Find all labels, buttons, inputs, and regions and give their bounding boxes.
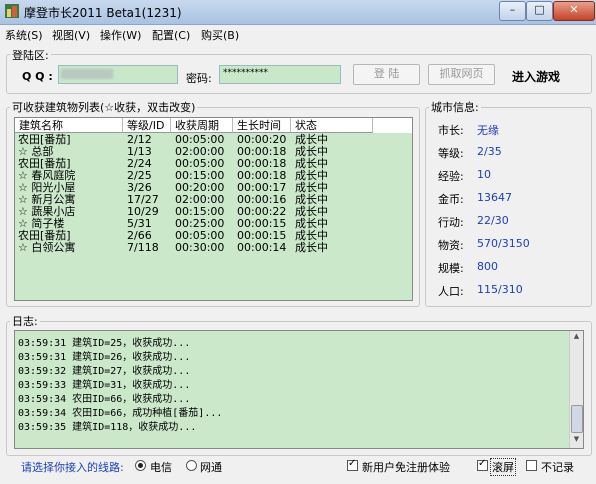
no-log-checkbox[interactable] (526, 460, 537, 471)
list-rows: 农田[番茄] 2/12 00:05:00 00:00:20 成长中 ☆ 总部 1/13 02:… (15, 134, 412, 274)
menu-operate[interactable]: 操作(W) (100, 27, 141, 43)
new-user-label[interactable]: 新用户免注册体验 (362, 459, 450, 475)
col-header-name[interactable]: 建筑名称 (15, 118, 123, 133)
qq-input[interactable] (58, 65, 178, 84)
maximize-button[interactable]: □ (526, 1, 553, 21)
close-button[interactable]: ✕ (553, 1, 595, 21)
password-input[interactable]: ********** (219, 65, 341, 84)
table-row[interactable]: ☆ 白领公寓 7/118 00:30:00 00:00:14 成长中 (15, 242, 412, 254)
table-cell: 7/118 (127, 241, 159, 254)
city-info-label: 金币: (438, 193, 464, 206)
city-info-label: 物资: (438, 239, 464, 252)
scroll-checkbox[interactable]: ✓ (477, 458, 488, 471)
check-mark-icon: ✓ (348, 458, 357, 469)
minimize-button[interactable]: – (499, 1, 526, 21)
log-line: 03:59:35 建筑ID=118，收获成功... (18, 422, 197, 433)
password-label: 密码: (186, 72, 212, 85)
fetch-page-button[interactable]: 抓取网页 (428, 64, 495, 85)
window-title: 摩登市长2011 Beta1(1231) (24, 6, 182, 20)
table-cell: 00:30:00 (175, 241, 225, 254)
city-info-value: 13647 (477, 191, 512, 204)
table-cell: ☆ 白领公寓 (18, 241, 76, 254)
city-info-value: 10 (477, 168, 491, 181)
city-info-value: 570/3150 (477, 237, 530, 250)
qq-label: Q Q : (22, 70, 53, 83)
radio-netcom[interactable] (186, 460, 197, 471)
scroll-label[interactable]: 滚屏 (490, 458, 516, 476)
log-line: 03:59:32 建筑ID=27，收获成功... (18, 366, 191, 377)
scroll-thumb[interactable] (571, 405, 583, 433)
app-icon (4, 3, 20, 19)
radio-telecom-label[interactable]: 电信 (150, 459, 172, 475)
menu-buy[interactable]: 购买(B) (201, 27, 239, 43)
new-user-checkbox[interactable]: ✓ (347, 458, 358, 471)
city-info-label: 行动: (438, 216, 464, 229)
log-group-label: 日志: (10, 313, 40, 329)
city-info-value: 800 (477, 260, 498, 273)
city-info-value: 无缘 (477, 124, 499, 137)
col-header-cycle[interactable]: 收获周期 (171, 118, 233, 133)
table-cell: 成长中 (295, 241, 328, 254)
scroll-up-icon[interactable]: ▲ (571, 332, 582, 343)
col-header-status[interactable]: 状态 (291, 118, 373, 133)
menu-config[interactable]: 配置(C) (152, 27, 190, 43)
password-value: ********** (223, 68, 268, 78)
menu-system[interactable]: 系统(S) (5, 27, 43, 43)
menu-bar: 系统(S) 视图(V) 操作(W) 配置(C) 购买(B) (0, 25, 596, 43)
city-info-label: 市长: (438, 124, 464, 137)
col-header-growth[interactable]: 生长时间 (233, 118, 291, 133)
city-info-label: 经验: (438, 170, 464, 183)
col-header-level[interactable]: 等级/ID (123, 118, 171, 133)
login-group-label: 登陆区: (10, 47, 51, 63)
log-line: 03:59:33 建筑ID=31，收获成功... (18, 380, 191, 391)
buildings-group-label: 可收获建筑物列表(☆收获，双击改变) (10, 99, 198, 115)
qq-blurred-value (61, 69, 113, 79)
city-group-label: 城市信息: (429, 99, 481, 115)
check-mark-icon: ✓ (478, 458, 487, 469)
login-button[interactable]: 登 陆 (353, 64, 420, 85)
log-scrollbar[interactable]: ▲ ▼ (569, 331, 583, 448)
radio-telecom[interactable] (135, 460, 146, 471)
radio-netcom-label[interactable]: 网通 (200, 459, 222, 475)
city-info-value: 115/310 (477, 283, 523, 296)
log-line: 03:59:34 农田ID=66，收获成功... (18, 394, 191, 405)
scroll-down-icon[interactable]: ▼ (571, 435, 582, 446)
log-line: 03:59:31 建筑ID=26，收获成功... (18, 352, 191, 363)
menu-view[interactable]: 视图(V) (52, 27, 90, 43)
no-log-label[interactable]: 不记录 (541, 459, 574, 475)
line-select-prompt: 请选择你接入的线路: (21, 461, 124, 474)
title-bar: 摩登市长2011 Beta1(1231) – □ ✕ (0, 0, 596, 25)
log-line: 03:59:31 建筑ID=25，收获成功... (18, 338, 191, 349)
log-area[interactable]: 03:59:31 建筑ID=25，收获成功... 03:59:31 建筑ID=26… (14, 330, 584, 449)
city-info-value: 2/35 (477, 145, 502, 158)
city-info-value: 22/30 (477, 214, 509, 227)
city-info-label: 人口: (438, 285, 464, 298)
log-line: 03:59:34 农田ID=66，成功种植[番茄]... (18, 408, 223, 419)
radio-selected-dot (138, 463, 143, 468)
buildings-list[interactable]: 建筑名称 等级/ID 收获周期 生长时间 状态 农田[番茄] 2/12 00:05:… (14, 117, 413, 301)
city-info-label: 规模: (438, 262, 464, 275)
enter-game-link[interactable]: 进入游戏 (512, 68, 560, 85)
table-cell: 00:00:14 (237, 241, 287, 254)
city-info-label: 等级: (438, 147, 464, 160)
